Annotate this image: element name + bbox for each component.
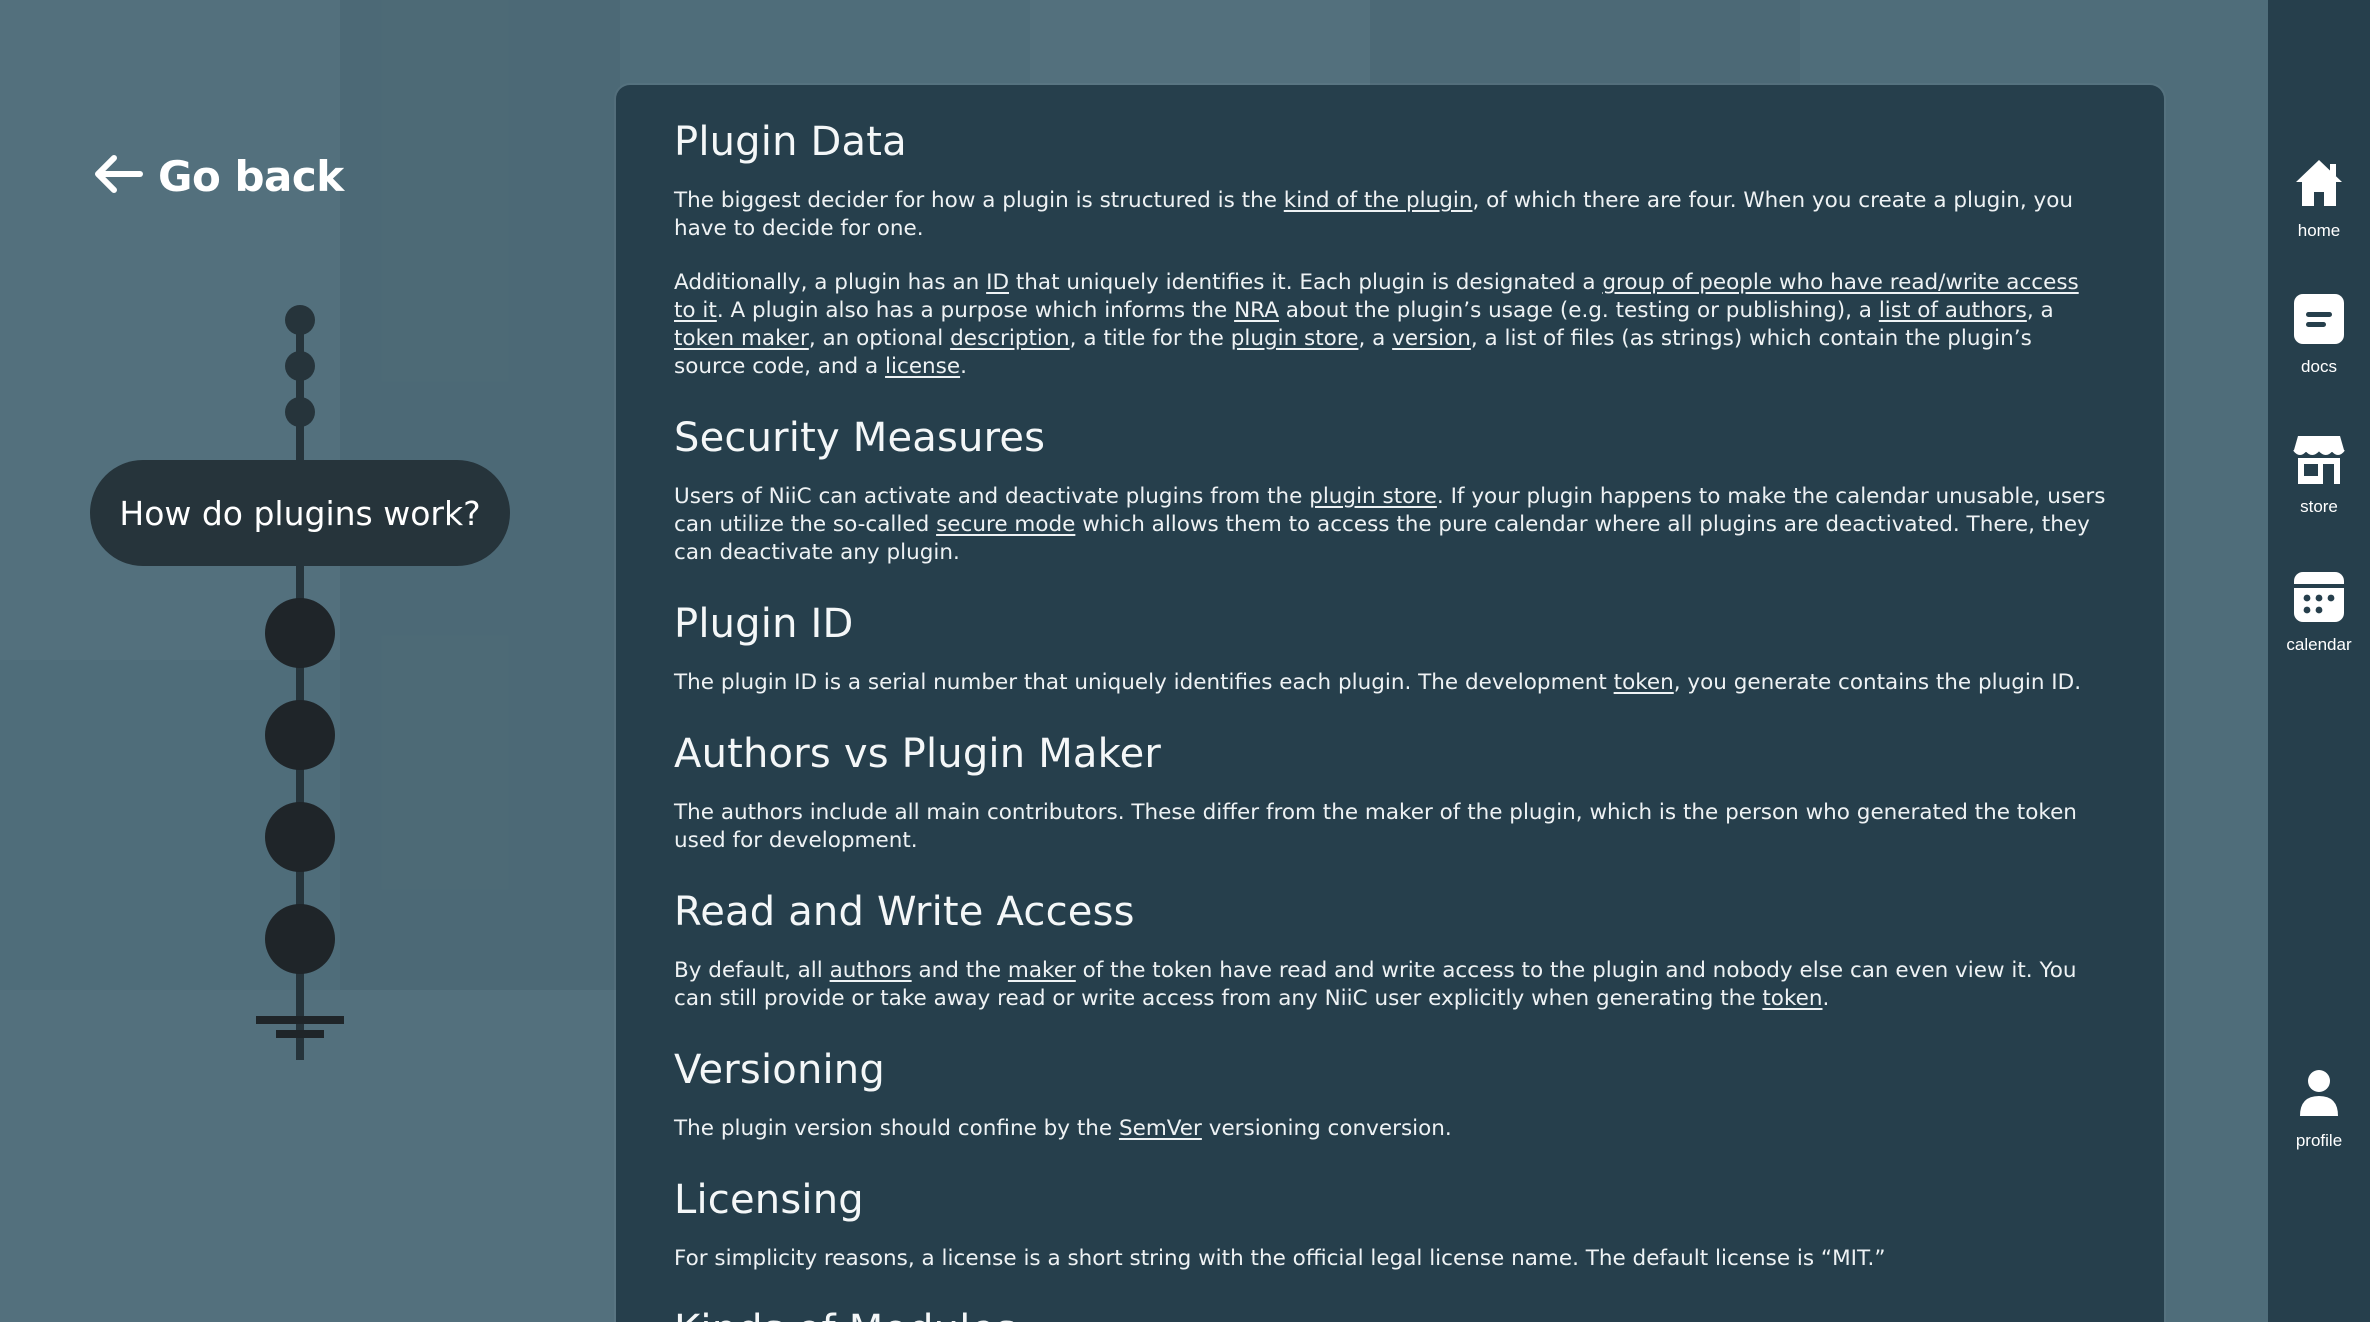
timeline-step-upcoming[interactable]	[265, 598, 335, 668]
arrow-left-icon	[92, 154, 144, 199]
text-run: Additionally, a plugin has an	[674, 270, 987, 295]
section-paragraph: The plugin ID is a serial number that un…	[674, 669, 2106, 697]
text-run: By default, all	[674, 958, 830, 983]
nav-home-label: home	[2297, 221, 2341, 240]
doc-link[interactable]: maker	[1008, 958, 1076, 983]
timeline-end-marker	[256, 1016, 344, 1024]
doc-link[interactable]: token	[1614, 670, 1674, 695]
text-run: , an optional	[808, 326, 951, 351]
doc-link[interactable]: secure mode	[936, 512, 1075, 537]
section-paragraph: For simplicity reasons, a license is a s…	[674, 1245, 2106, 1273]
section-paragraph: By default, all authors and the maker of…	[674, 957, 2106, 1013]
text-run: that uniquely identifies it. Each plugin…	[1009, 270, 1603, 295]
text-run: The plugin ID is a serial number that un…	[674, 670, 1614, 695]
text-run: , a	[2026, 298, 2054, 323]
doc-link[interactable]: license	[885, 354, 960, 379]
timeline-end-marker	[276, 1030, 324, 1038]
doc-link[interactable]: plugin store	[1309, 484, 1437, 509]
page: Go back How do plugins work? Plugin Data…	[0, 0, 2370, 1322]
timeline-step-done[interactable]	[285, 305, 315, 335]
doc-section: Plugin Data The biggest decider for how a…	[674, 119, 2106, 381]
documentation-panel[interactable]: Plugin Data The biggest decider for how a…	[616, 85, 2164, 1322]
section-heading: Kinds of Modules	[674, 1307, 2106, 1322]
text-run: The authors include all main contributor…	[674, 800, 2077, 853]
progress-timeline: How do plugins work?	[90, 300, 560, 1060]
documentation-content: Plugin Data The biggest decider for how a…	[616, 85, 2164, 1322]
nav-store[interactable]: store	[2268, 432, 2370, 517]
text-run: .	[1822, 986, 1830, 1011]
section-heading: Versioning	[674, 1047, 885, 1093]
doc-section: Versioning The plugin version should conf…	[674, 1047, 2106, 1143]
text-run: The plugin version should confine by the	[674, 1116, 1119, 1141]
go-back-button[interactable]: Go back	[92, 152, 344, 201]
timeline-step-upcoming[interactable]	[265, 700, 335, 770]
timeline-step-upcoming[interactable]	[265, 904, 335, 974]
text-run: versioning conversion.	[1201, 1116, 1452, 1141]
section-paragraph: The plugin version should confine by the…	[674, 1115, 2106, 1143]
timeline-step-done[interactable]	[285, 351, 315, 381]
nav-docs-label: docs	[2301, 357, 2337, 376]
section-paragraph: The authors include all main contributor…	[674, 799, 2106, 855]
section-paragraph: Additionally, a plugin has an ID that un…	[674, 269, 2106, 381]
section-paragraph: Users of NiiC can activate and deactivat…	[674, 483, 2106, 567]
background-tile	[1030, 0, 1370, 85]
doc-link[interactable]: kind of the plugin	[1284, 188, 1473, 213]
nav-docs[interactable]: docs	[2268, 292, 2370, 377]
store-icon	[2292, 432, 2346, 491]
doc-link[interactable]: NRA	[1234, 298, 1279, 323]
nav-store-label: store	[2300, 497, 2338, 516]
nav-calendar-label: calendar	[2286, 635, 2352, 654]
doc-link[interactable]: plugin store	[1231, 326, 1359, 351]
user-icon	[2292, 1066, 2346, 1125]
nav-profile-label: profile	[2295, 1131, 2343, 1150]
text-run: Users of NiiC can activate and deactivat…	[674, 484, 1310, 509]
section-paragraph: The biggest decider for how a plugin is …	[674, 187, 2106, 243]
doc-section: Kinds of Modules	[674, 1307, 2106, 1322]
doc-section: Licensing For simplicity reasons, a licen…	[674, 1177, 2106, 1273]
text-run: .	[960, 354, 967, 379]
section-heading: Authors vs Plugin Maker	[674, 731, 1162, 777]
document-icon	[2292, 292, 2346, 351]
text-run: The biggest decider for how a plugin is …	[674, 188, 1284, 213]
text-run: , a	[1358, 326, 1393, 351]
go-back-label: Go back	[158, 152, 344, 201]
nav-home[interactable]: home	[2268, 156, 2370, 241]
text-run: For simplicity reasons, a license is a s…	[674, 1246, 1886, 1271]
nav-profile[interactable]: profile	[2268, 1066, 2370, 1151]
doc-link[interactable]: authors	[830, 958, 912, 983]
section-heading: Read and Write Access	[674, 889, 1135, 935]
doc-link[interactable]: ID	[986, 270, 1009, 295]
text-run: and the	[911, 958, 1008, 983]
text-run: . A plugin also has a purpose which info…	[716, 298, 1235, 323]
side-navigation: home docs store calendar profile	[2268, 0, 2370, 1322]
timeline-step-upcoming[interactable]	[265, 802, 335, 872]
timeline-current-step[interactable]: How do plugins work?	[90, 460, 510, 566]
section-heading: Licensing	[674, 1177, 864, 1223]
section-heading: Plugin ID	[674, 601, 854, 647]
doc-section: Authors vs Plugin Maker The authors inclu…	[674, 731, 2106, 855]
doc-link[interactable]: description	[950, 326, 1070, 351]
doc-section: Read and Write Access By default, all aut…	[674, 889, 2106, 1013]
doc-link[interactable]: token	[1762, 986, 1822, 1011]
section-heading: Plugin Data	[674, 119, 907, 165]
timeline-step-done[interactable]	[285, 397, 315, 427]
background-tile	[1370, 0, 1800, 85]
doc-link[interactable]: SemVer	[1119, 1116, 1202, 1141]
doc-link[interactable]: version	[1392, 326, 1471, 351]
calendar-icon	[2292, 570, 2346, 629]
nav-calendar[interactable]: calendar	[2268, 570, 2370, 655]
section-heading: Security Measures	[674, 415, 1046, 461]
doc-link[interactable]: token maker	[674, 326, 809, 351]
doc-link[interactable]: list of authors	[1879, 298, 2027, 323]
doc-section: Plugin ID The plugin ID is a serial numbe…	[674, 601, 2106, 697]
doc-section: Security Measures Users of NiiC can activ…	[674, 415, 2106, 567]
text-run: , you generate contains the plugin ID.	[1673, 670, 2082, 695]
text-run: , a title for the	[1069, 326, 1231, 351]
home-icon	[2292, 156, 2346, 215]
text-run: about the plugin’s usage (e.g. testing o…	[1278, 298, 1879, 323]
